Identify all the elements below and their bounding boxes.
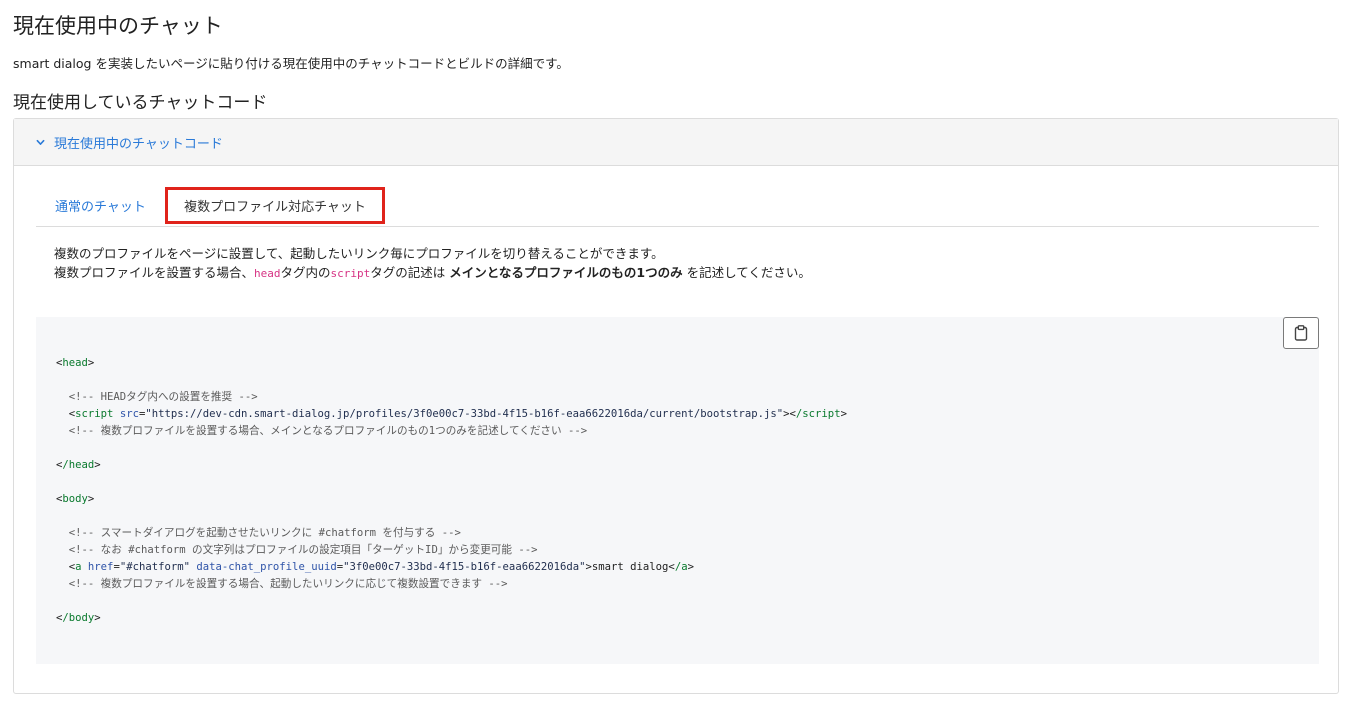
tab-multi-profile-chat[interactable]: 複数プロファイル対応チャット — [165, 187, 385, 224]
inline-code-head: head — [254, 267, 281, 280]
clipboard-icon — [1294, 325, 1308, 341]
emphasis-text: メインとなるプロファイルのもの1つのみ — [449, 265, 683, 280]
page-description: smart dialog を実装したいページに貼り付ける現在使用中のチャットコー… — [13, 56, 569, 71]
chat-code-panel: 現在使用中のチャットコード 通常のチャット 複数プロファイル対応チャット 複数の… — [13, 118, 1339, 694]
description-line-1: 複数のプロファイルをページに設置して、起動したいリンク毎にプロファイルを切り替え… — [54, 246, 664, 261]
section-title: 現在使用しているチャットコード — [13, 93, 268, 113]
page-title: 現在使用中のチャット — [13, 14, 223, 38]
code-snippet[interactable]: <head> <!-- HEADタグ内への設置を推奨 --> <script s… — [56, 355, 847, 627]
multi-profile-description: 複数のプロファイルをページに設置して、起動したいリンク毎にプロファイルを切り替え… — [54, 244, 811, 283]
inline-code-script: script — [330, 267, 371, 280]
copy-button[interactable] — [1283, 317, 1319, 349]
panel-header-label: 現在使用中のチャットコード — [54, 136, 223, 152]
description-line-2: 複数プロファイルを設置する場合、headタグ内のscriptタグの記述は メイン… — [54, 265, 811, 280]
panel-header-toggle[interactable]: 現在使用中のチャットコード — [14, 119, 1338, 166]
code-block: <head> <!-- HEADタグ内への設置を推奨 --> <script s… — [36, 317, 1319, 664]
tab-bar: 通常のチャット 複数プロファイル対応チャット — [36, 185, 1319, 227]
chevron-down-icon — [36, 139, 45, 145]
tab-normal-chat[interactable]: 通常のチャット — [55, 185, 146, 226]
